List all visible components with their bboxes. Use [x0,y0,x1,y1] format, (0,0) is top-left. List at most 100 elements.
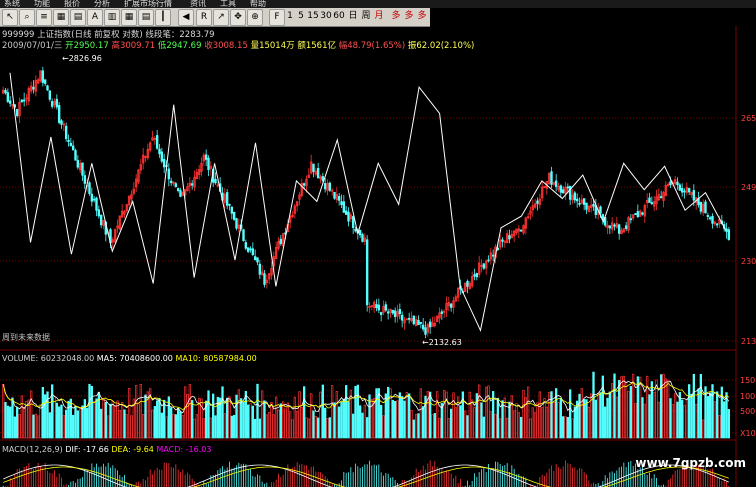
candle-body [692,190,696,201]
volume-bar [382,415,385,439]
list-icon[interactable]: ≡ [36,9,52,26]
period-5-button[interactable]: 5 [296,9,306,24]
window-icon[interactable]: ▤ [70,9,86,26]
volume-bar [107,415,110,439]
candle-body [249,248,252,251]
volume-bar [237,389,240,439]
pointer-icon[interactable]: ↖ [2,9,18,26]
candle-body [74,150,77,161]
volume-bar [571,418,574,439]
chart-icon[interactable]: ▥ [104,9,120,26]
candle-body [22,99,26,102]
volume-bar [279,403,282,439]
back-icon[interactable]: ◀ [178,9,194,26]
low-annotation: ←2132.63 [422,338,462,347]
volume-bar [233,414,236,439]
volume-bar [706,396,709,439]
candle-body [412,315,416,325]
volume-bar [431,414,434,439]
menu-item-3[interactable]: 分析 [94,0,110,8]
candle-body [536,200,539,204]
menu-item-7[interactable]: 帮助 [250,0,266,8]
dea-line [3,466,729,487]
candle-body [67,139,70,143]
volume-bar [538,391,541,439]
candle-body [636,211,640,218]
period-1-button[interactable]: 1 [285,9,295,24]
price-tick-label: 213 [741,337,756,346]
volume-bar [501,400,504,439]
candle-body [88,182,91,194]
volume-bar [9,406,12,439]
high-annotation: ←2826.96 [62,54,102,63]
volume-bar [664,378,667,439]
menu-item-4[interactable]: 扩展市场行情 [124,0,172,8]
volume-bar [534,412,537,439]
volume-bar [83,399,86,439]
candle-body [279,238,283,245]
period-month-button[interactable]: 月 [373,9,385,24]
formula-icon[interactable]: F [269,9,285,26]
close-label: 收 [204,41,213,51]
search-icon[interactable]: ⌕ [19,9,35,26]
candle-body [244,242,248,249]
volume-bar [321,384,324,439]
candle-body [669,181,672,186]
candle-body [83,175,87,184]
period-30-button[interactable]: 30 [320,9,332,24]
grid-icon[interactable]: ▦ [53,9,69,26]
text-icon[interactable]: A [87,9,103,26]
volume-bar [319,391,322,439]
volume-bar [186,394,189,439]
period-week-button[interactable]: 周 [360,9,372,24]
menu-item-5[interactable]: 资讯 [190,0,206,8]
volume-bar [53,396,56,439]
candle-body [228,203,231,206]
draw-line-icon[interactable]: ↗ [213,9,229,26]
candle-body [634,213,637,216]
multi-button[interactable]: 多 [390,9,402,24]
volume-bar [282,401,285,439]
candle-body [585,202,588,210]
rsi-icon[interactable]: R [196,9,212,26]
dif-line [3,464,729,487]
menu-item-1[interactable]: 功能 [34,0,50,8]
move-icon[interactable]: ✥ [230,9,246,26]
volume-bar [410,409,413,439]
macd-header: MACD(12,26,9) DIF: -17.66 DEA: -9.64 MAC… [2,445,211,454]
volume-bar [6,405,9,439]
menu-item-0[interactable]: 系统 [4,0,20,8]
volume-bar [286,402,289,439]
candle-body [582,198,586,205]
candle-body [162,159,166,168]
candle-body [678,184,682,191]
volume-bar [506,417,509,439]
period-15-button[interactable]: 15 [307,9,319,24]
zoom-icon[interactable]: ⊕ [247,9,263,26]
candle-body [81,162,84,176]
period-day-button[interactable]: 日 [347,9,359,24]
period-60-button[interactable]: 60 [333,9,345,24]
watermark: www.7gpzb.com [635,456,746,470]
candle-body [687,188,691,193]
volume-bar [387,386,390,439]
vol-label: 量 [250,41,260,51]
volume-bar [102,398,105,439]
volume-bar [718,415,721,439]
kline-icon[interactable]: ┃ [155,9,171,26]
news-icon[interactable]: ▤ [138,9,154,26]
menu-item-6[interactable]: 工具 [220,0,236,8]
multi2-button[interactable]: 多 [403,9,415,24]
volume-bar [604,406,607,439]
candle-body [256,257,259,263]
volume-bar [30,390,33,439]
volume-bar [417,413,420,439]
more-button[interactable]: 多 [416,9,428,24]
candle-body [704,201,707,214]
candle-body [20,99,24,103]
volume-bar [177,407,180,439]
volume-bar [228,396,231,439]
menu-item-2[interactable]: 报价 [64,0,80,8]
volume-bar [639,376,642,439]
table-icon[interactable]: ▦ [121,9,137,26]
